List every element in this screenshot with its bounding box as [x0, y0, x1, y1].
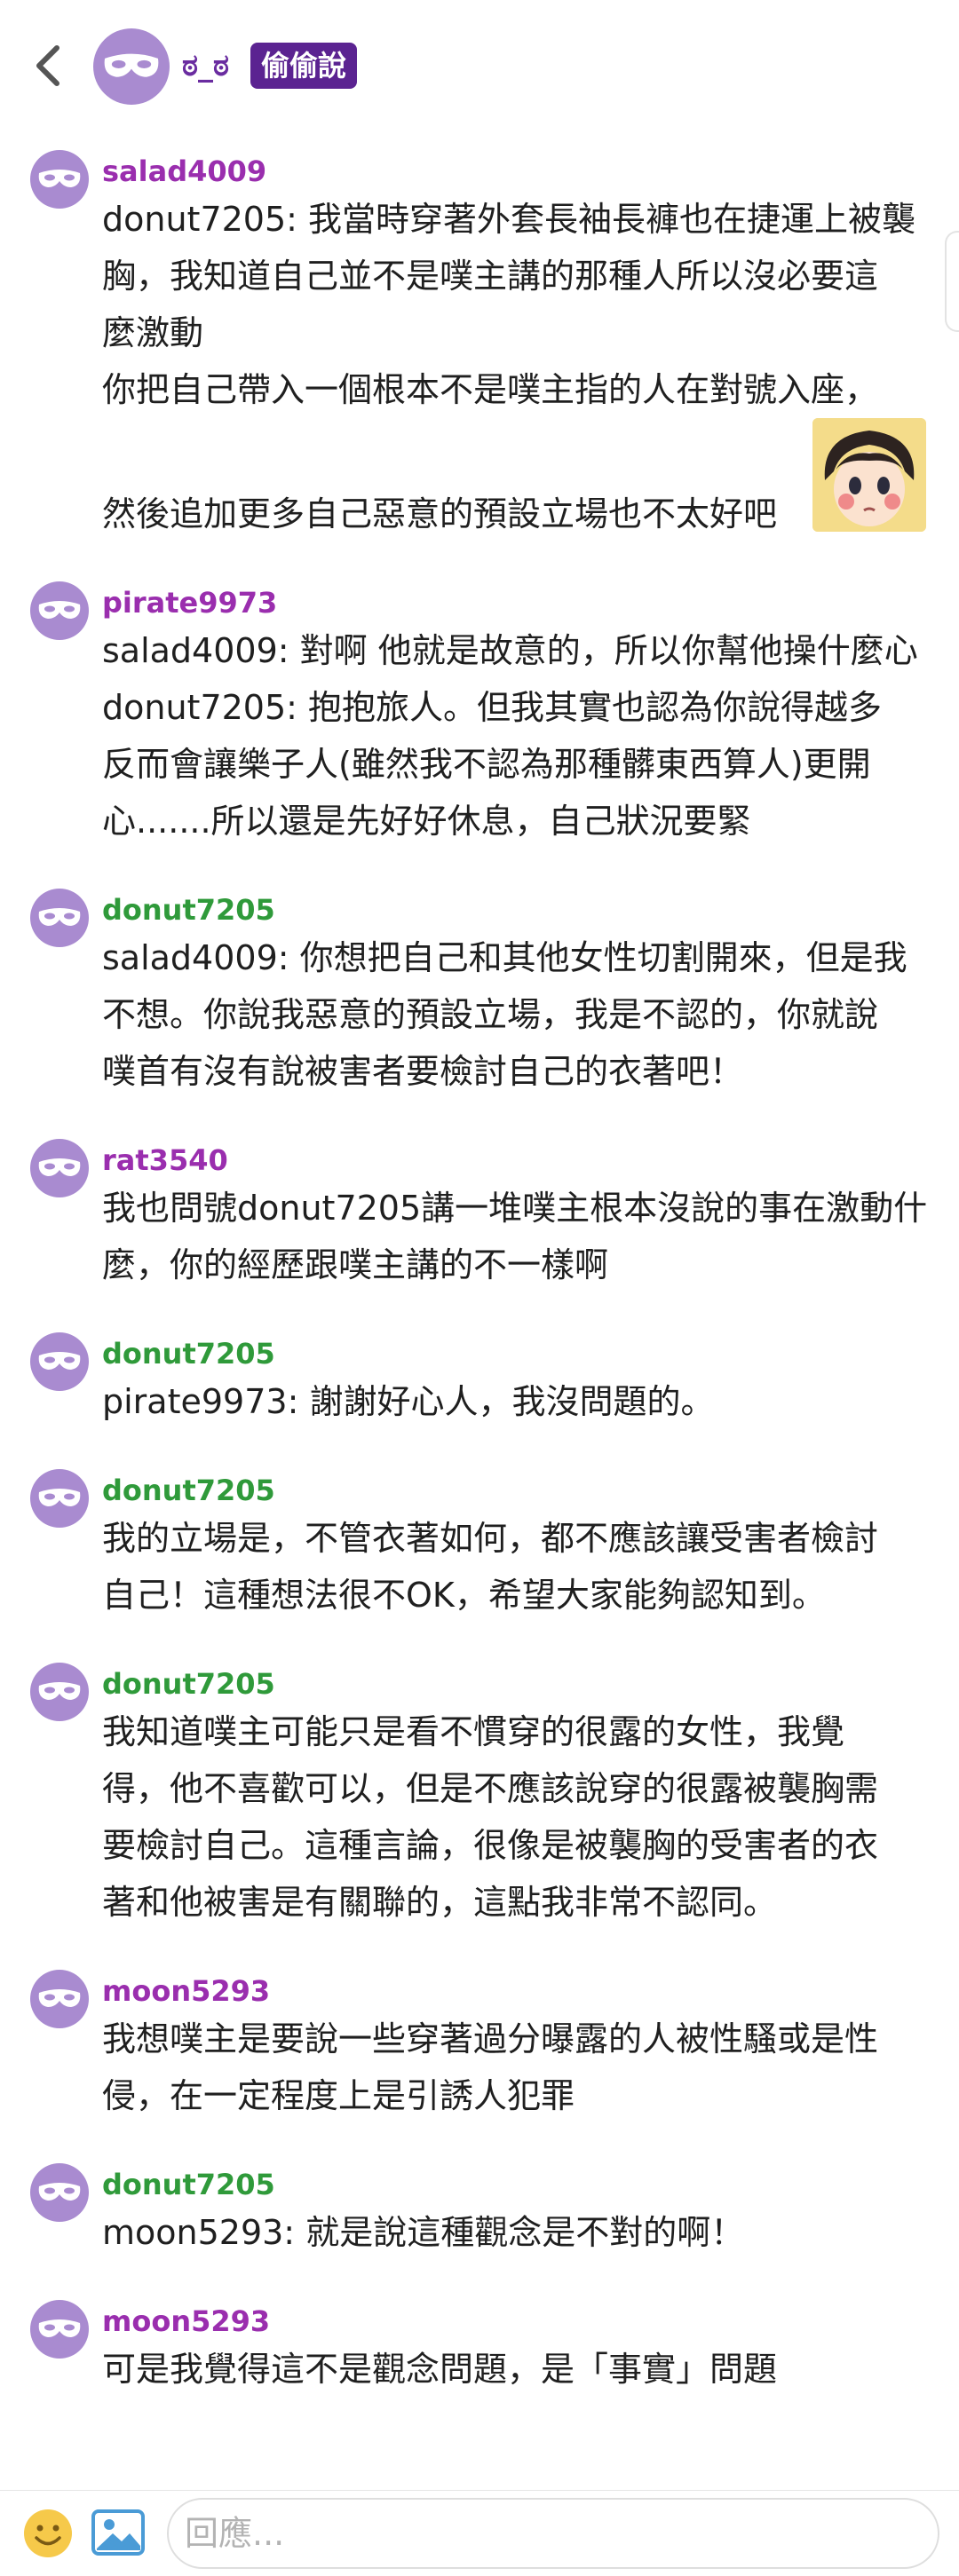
chevron-left-icon [36, 45, 59, 86]
avatar[interactable] [30, 150, 89, 209]
response-text: 侵，在一定程度上是引誘人犯罪 [102, 2076, 575, 2115]
response-text: 我也問號donut7205講一堆噗主根本沒說的事在激動什 [102, 1189, 928, 1228]
response-text: pirate9973: 謝謝好心人，我沒問題的。 [102, 1382, 715, 1421]
response-text: 不想。你說我惡意的預設立場，我是不認的，你就說 [102, 995, 879, 1034]
mask-icon [38, 2319, 81, 2337]
response-username[interactable]: rat3540 [102, 1135, 941, 1180]
mask-icon [38, 170, 81, 187]
response-text: 心.......所以還是先好好休息，自己狀況要緊 [102, 802, 751, 841]
mask-icon [38, 1989, 81, 2007]
image-icon [91, 2509, 145, 2556]
response-text: 可是我覺得這不是觀念問題，是「事實」問題 [102, 2350, 778, 2389]
response-text: 我的立場是，不管衣著如何，都不應該讓受害者檢討 [102, 1519, 879, 1558]
header-bar: ಠ_ಠ 偷偷說 [0, 0, 959, 124]
response-text: 著和他被害是有關聯的，這點我非常不認同。 [102, 1883, 778, 1922]
response-text: 麼，你的經歷跟噗主講的不一樣啊 [102, 1245, 609, 1284]
response-item: donut7205 salad4009: 你想把自己和其他女性切割開來，但是我 … [0, 885, 959, 1100]
response-username[interactable]: donut7205 [102, 1329, 941, 1373]
response-username[interactable]: donut7205 [102, 1659, 941, 1703]
response-text: 我想噗主是要說一些穿著過分曝露的人被性騷或是性 [102, 2019, 879, 2058]
emoji-button[interactable] [21, 2507, 75, 2560]
response-text: salad4009: 對啊 他就是故意的，所以你幫他操什麼心 [102, 631, 918, 670]
response-item: rat3540 我也問號donut7205講一堆噗主根本沒說的事在激動什 麼，你… [0, 1135, 959, 1293]
anonymous-badge: 偷偷說 [250, 43, 358, 89]
response-text: 噗首有沒有說被害者要檢討自己的衣著吧！ [102, 1052, 744, 1091]
response-list: salad4009 donut7205: 我當時穿著外套長袖長褲也在捷運上被襲 … [0, 146, 959, 2398]
response-username[interactable]: salad4009 [102, 146, 941, 191]
response-text: donut7205: 抱抱旅人。但我其實也認為你說得越多 [102, 688, 883, 727]
response-username[interactable]: donut7205 [102, 1466, 941, 1510]
header-avatar[interactable] [93, 28, 170, 105]
avatar[interactable] [30, 2163, 89, 2222]
mask-icon [104, 53, 159, 77]
mask-icon [38, 601, 81, 619]
avatar[interactable] [30, 1332, 89, 1391]
response-text: 麼激動 [102, 313, 204, 352]
response-username[interactable]: moon5293 [102, 1966, 941, 2011]
response-username[interactable]: moon5293 [102, 2296, 941, 2341]
reply-bar: 回應... [0, 2490, 959, 2576]
response-username[interactable]: donut7205 [102, 2160, 941, 2204]
mask-icon [38, 1489, 81, 1506]
response-text: 你把自己帶入一個根本不是噗主指的人在對號入座， [102, 370, 879, 409]
avatar[interactable] [30, 1139, 89, 1197]
response-item: salad4009 donut7205: 我當時穿著外套長袖長褲也在捷運上被襲 … [0, 146, 959, 542]
response-text: 得，他不喜歡可以，但是不應該說穿的很露被襲胸需 [102, 1769, 879, 1808]
response-text: donut7205: 我當時穿著外套長袖長褲也在捷運上被襲 [102, 200, 916, 239]
reply-input[interactable]: 回應... [167, 2498, 939, 2569]
response-text: 自己！這種想法很不OK，希望大家能夠認知到。 [102, 1576, 826, 1615]
mask-icon [38, 2183, 81, 2201]
response-item: moon5293 可是我覺得這不是觀念問題，是「事實」問題 [0, 2296, 959, 2398]
mask-icon [38, 1682, 81, 1700]
avatar[interactable] [30, 1663, 89, 1721]
response-item: donut7205 我的立場是，不管衣著如何，都不應該讓受害者檢討 自己！這種想… [0, 1466, 959, 1624]
response-text: 我知道噗主可能只是看不慣穿的很露的女性，我覺 [102, 1712, 845, 1751]
response-item: moon5293 我想噗主是要說一些穿著過分曝露的人被性騷或是性 侵，在一定程度… [0, 1966, 959, 2124]
poster-name: ಠ_ಠ [182, 48, 229, 83]
image-button[interactable] [91, 2507, 146, 2558]
response-text: 要檢討自己。這種言論，很像是被襲胸的受害者的衣 [102, 1826, 879, 1865]
mask-icon [38, 1352, 81, 1370]
response-item: donut7205 moon5293: 就是說這種觀念是不對的啊！ [0, 2160, 959, 2261]
mask-icon [38, 1158, 81, 1176]
girl-sticker-icon [812, 418, 926, 532]
avatar[interactable] [30, 889, 89, 947]
response-item: donut7205 pirate9973: 謝謝好心人，我沒問題的。 [0, 1329, 959, 1430]
response-text-with-sticker: 然後追加更多自己惡意的預設立場也不太好吧 [102, 418, 941, 542]
avatar[interactable] [30, 2300, 89, 2359]
response-text: moon5293: 就是說這種觀念是不對的啊！ [102, 2213, 745, 2252]
avatar[interactable] [30, 1469, 89, 1528]
avatar[interactable] [30, 581, 89, 640]
response-text: 反而會讓樂子人(雖然我不認為那種髒東西算人)更開 [102, 745, 871, 784]
response-item: donut7205 我知道噗主可能只是看不慣穿的很露的女性，我覺 得，他不喜歡可… [0, 1659, 959, 1931]
avatar[interactable] [30, 1970, 89, 2028]
response-text: 胸，我知道自己並不是噗主講的那種人所以沒必要這 [102, 257, 879, 296]
response-item: pirate9973 salad4009: 對啊 他就是故意的，所以你幫他操什麼… [0, 578, 959, 849]
back-button[interactable] [27, 39, 71, 92]
response-username[interactable]: pirate9973 [102, 578, 941, 622]
response-text: 然後追加更多自己惡意的預設立場也不太好吧 [102, 494, 778, 533]
response-username[interactable]: donut7205 [102, 885, 941, 929]
emoji-icon [24, 2509, 72, 2557]
response-text: salad4009: 你想把自己和其他女性切割開來，但是我 [102, 938, 907, 977]
mask-icon [38, 908, 81, 926]
